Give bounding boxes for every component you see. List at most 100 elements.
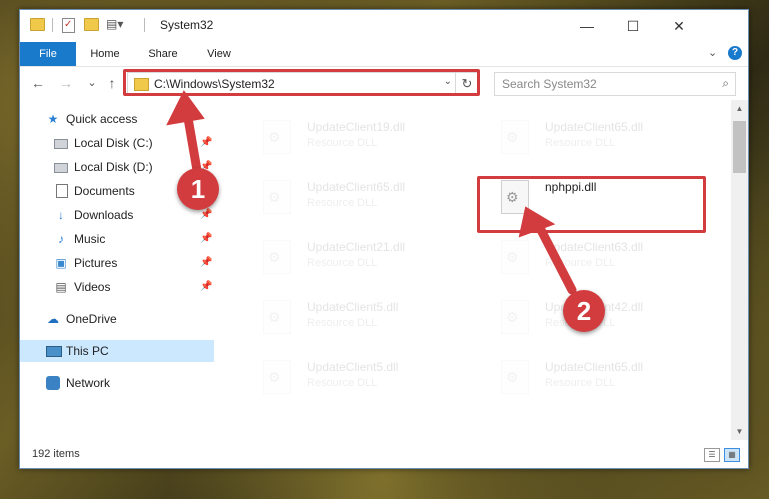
file-name: UpdateClient65.dll bbox=[545, 360, 644, 374]
pin-icon[interactable]: 📌 bbox=[200, 132, 212, 154]
file-name: UpdateClient65.dll bbox=[545, 120, 644, 134]
dll-file-icon bbox=[501, 120, 529, 154]
sidebar-item-local-disk-c[interactable]: Local Disk (C:) 📌 bbox=[20, 132, 214, 154]
file-type: Resource DLL bbox=[545, 377, 616, 389]
sidebar-item-network[interactable]: Network bbox=[20, 372, 214, 394]
cloud-icon: ☁ bbox=[47, 312, 59, 326]
scroll-down-icon[interactable]: ▼ bbox=[731, 423, 748, 440]
close-button[interactable]: ✕ bbox=[656, 10, 702, 42]
sidebar-item-quick-access[interactable]: ★ Quick access bbox=[20, 108, 214, 130]
minimize-button[interactable]: — bbox=[564, 10, 610, 42]
file-item[interactable]: UpdateClient63.dll Resource DLL bbox=[479, 234, 699, 284]
customize-quick-access-icon[interactable]: ▤▾ bbox=[106, 17, 123, 31]
file-item[interactable]: UpdateClient65.dll Resource DLL bbox=[479, 114, 699, 164]
file-name: UpdateClient5.dll bbox=[307, 360, 399, 374]
dll-file-icon bbox=[501, 300, 529, 334]
title-bar: ▤▾ System32 — ☐ ✕ bbox=[20, 10, 748, 42]
sidebar-item-label: Local Disk (C:) bbox=[74, 136, 153, 150]
dll-file-icon bbox=[263, 300, 291, 334]
status-bar: 192 items ☰ ▦ bbox=[20, 442, 748, 468]
drive-icon bbox=[54, 139, 68, 149]
file-item[interactable]: UpdateClient21.dll Resource DLL bbox=[241, 234, 461, 284]
ribbon-tabs: File Home Share View ⌄ ? bbox=[20, 42, 748, 67]
pin-icon[interactable]: 📌 bbox=[200, 276, 212, 298]
tab-home[interactable]: Home bbox=[80, 42, 130, 66]
file-item[interactable]: UpdateClient19.dll Resource DLL bbox=[241, 114, 461, 164]
sidebar-item-label: Network bbox=[66, 376, 111, 390]
file-type: Resource DLL bbox=[307, 317, 378, 329]
file-name: UpdateClient19.dll bbox=[307, 120, 406, 134]
file-highlight-box bbox=[477, 176, 706, 233]
search-input[interactable]: Search System32 bbox=[502, 77, 597, 91]
step-1-callout: 1 bbox=[177, 168, 219, 210]
maximize-button[interactable]: ☐ bbox=[610, 10, 656, 42]
sidebar-item-label: Videos bbox=[74, 280, 111, 294]
sidebar-item-label: Local Disk (D:) bbox=[74, 160, 153, 174]
sidebar-item-onedrive[interactable]: ☁ OneDrive bbox=[20, 308, 214, 330]
file-item[interactable]: UpdateClient65.dll Resource DLL bbox=[479, 354, 699, 404]
details-view-button[interactable]: ☰ bbox=[704, 448, 720, 462]
pc-icon bbox=[46, 346, 62, 357]
sidebar-item-label: OneDrive bbox=[66, 312, 117, 326]
pin-icon[interactable]: 📌 bbox=[200, 228, 212, 250]
window-title: System32 bbox=[160, 18, 214, 32]
star-icon: ★ bbox=[47, 112, 59, 126]
up-button[interactable]: ↑ bbox=[102, 73, 122, 93]
documents-icon bbox=[56, 184, 68, 198]
file-item[interactable]: UpdateClient65.dll Resource DLL bbox=[241, 174, 461, 224]
sidebar-item-videos[interactable]: ▤ Videos 📌 bbox=[20, 276, 214, 298]
dll-file-icon bbox=[501, 360, 529, 394]
sidebar-item-pictures[interactable]: ▣ Pictures 📌 bbox=[20, 252, 214, 274]
item-count: 192 items bbox=[32, 448, 80, 460]
expand-ribbon-icon[interactable]: ⌄ bbox=[708, 46, 717, 59]
sidebar-item-label: Music bbox=[74, 232, 106, 246]
sidebar-item-label: This PC bbox=[66, 344, 109, 358]
navigation-pane: ★ Quick access Local Disk (C:) 📌 Local D… bbox=[20, 100, 221, 440]
videos-icon: ▤ bbox=[55, 280, 67, 294]
address-highlight-box bbox=[123, 69, 480, 96]
file-list: UpdateClient19.dll Resource DLL UpdateCl… bbox=[221, 100, 731, 440]
tab-file[interactable]: File bbox=[20, 42, 76, 66]
tab-share[interactable]: Share bbox=[138, 42, 188, 66]
drive-icon bbox=[54, 163, 68, 173]
sidebar-item-label: Quick access bbox=[66, 112, 138, 126]
search-icon[interactable]: ⌕ bbox=[722, 76, 729, 91]
navigation-bar: ← → ⌄ ↑ C:\Windows\System32 ⌄ ↻ Search S… bbox=[20, 67, 748, 99]
dll-file-icon bbox=[263, 360, 291, 394]
file-type: Resource DLL bbox=[307, 137, 378, 149]
vertical-scrollbar[interactable]: ▲ ▼ bbox=[731, 100, 748, 440]
sidebar-item-label: Documents bbox=[74, 184, 135, 198]
dll-file-icon bbox=[501, 240, 529, 274]
sidebar-item-label: Pictures bbox=[74, 256, 118, 270]
separator bbox=[144, 18, 145, 32]
file-item[interactable]: UpdateClient5.dll Resource DLL bbox=[241, 294, 461, 344]
file-item[interactable]: UpdateClient5.dll Resource DLL bbox=[241, 354, 461, 404]
sidebar-item-music[interactable]: ♪ Music 📌 bbox=[20, 228, 214, 250]
separator bbox=[52, 18, 53, 32]
file-name: UpdateClient21.dll bbox=[307, 240, 406, 254]
help-icon[interactable]: ? bbox=[728, 46, 742, 60]
forward-button[interactable]: → bbox=[56, 73, 76, 93]
properties-icon[interactable] bbox=[62, 18, 75, 33]
tab-view[interactable]: View bbox=[194, 42, 244, 66]
explorer-window: ▤▾ System32 — ☐ ✕ File Home Share View ⌄… bbox=[19, 9, 749, 469]
large-icons-view-button[interactable]: ▦ bbox=[724, 448, 740, 462]
sidebar-item-downloads[interactable]: ↓ Downloads 📌 bbox=[20, 204, 214, 226]
file-type: Resource DLL bbox=[545, 137, 616, 149]
search-box[interactable]: Search System32 ⌕ bbox=[494, 72, 736, 96]
back-button[interactable]: ← bbox=[28, 73, 48, 93]
download-icon: ↓ bbox=[58, 208, 64, 222]
file-type: Resource DLL bbox=[307, 197, 378, 209]
recent-locations-button[interactable]: ⌄ bbox=[82, 73, 102, 93]
file-name: UpdateClient63.dll bbox=[545, 240, 644, 254]
scroll-thumb[interactable] bbox=[733, 121, 746, 173]
sidebar-item-label: Downloads bbox=[74, 208, 134, 222]
scroll-up-icon[interactable]: ▲ bbox=[731, 100, 748, 117]
sidebar-item-this-pc[interactable]: This PC bbox=[20, 340, 214, 362]
file-name: UpdateClient5.dll bbox=[307, 300, 399, 314]
pin-icon[interactable]: 📌 bbox=[200, 252, 212, 274]
dll-file-icon bbox=[263, 120, 291, 154]
new-folder-icon[interactable] bbox=[84, 18, 99, 31]
file-type: Resource DLL bbox=[545, 257, 616, 269]
dll-file-icon bbox=[263, 240, 291, 274]
